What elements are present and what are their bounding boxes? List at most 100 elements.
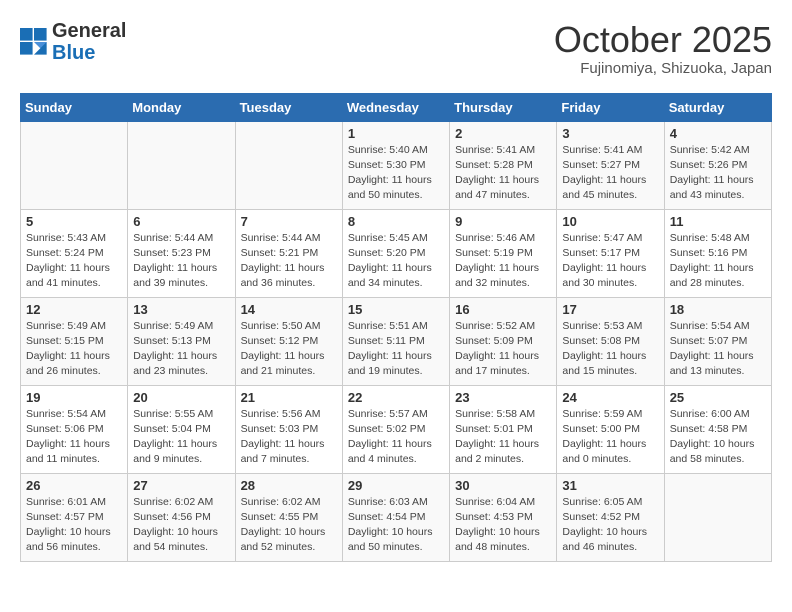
day-number: 29 — [348, 478, 444, 493]
calendar-day-6: 6 Sunrise: 5:44 AMSunset: 5:23 PMDaylight… — [128, 209, 235, 297]
day-info: Sunrise: 5:54 AMSunset: 5:07 PMDaylight:… — [670, 319, 766, 380]
calendar-day-10: 10 Sunrise: 5:47 AMSunset: 5:17 PMDayligh… — [557, 209, 664, 297]
calendar-week-row: 1 Sunrise: 5:40 AMSunset: 5:30 PMDaylight… — [21, 121, 772, 209]
day-info: Sunrise: 5:43 AMSunset: 5:24 PMDaylight:… — [26, 231, 122, 292]
day-info: Sunrise: 6:00 AMSunset: 4:58 PMDaylight:… — [670, 407, 766, 468]
day-number: 21 — [241, 390, 337, 405]
calendar-table: SundayMondayTuesdayWednesdayThursdayFrid… — [20, 93, 772, 562]
calendar-body: 1 Sunrise: 5:40 AMSunset: 5:30 PMDaylight… — [21, 121, 772, 561]
calendar-day-23: 23 Sunrise: 5:58 AMSunset: 5:01 PMDayligh… — [450, 385, 557, 473]
day-info: Sunrise: 6:02 AMSunset: 4:56 PMDaylight:… — [133, 495, 229, 556]
calendar-day-27: 27Sunrise: 6:02 AMSunset: 4:56 PMDayligh… — [128, 473, 235, 561]
day-number: 20 — [133, 390, 229, 405]
day-number: 16 — [455, 302, 551, 317]
day-number: 19 — [26, 390, 122, 405]
day-number: 30 — [455, 478, 551, 493]
day-info: Sunrise: 5:46 AMSunset: 5:19 PMDaylight:… — [455, 231, 551, 292]
weekday-header-saturday: Saturday — [664, 93, 771, 121]
day-info: Sunrise: 5:49 AMSunset: 5:15 PMDaylight:… — [26, 319, 122, 380]
day-number: 24 — [562, 390, 658, 405]
calendar-empty-cell — [128, 121, 235, 209]
calendar-day-25: 25 Sunrise: 6:00 AMSunset: 4:58 PMDayligh… — [664, 385, 771, 473]
day-number: 12 — [26, 302, 122, 317]
calendar-day-13: 13Sunrise: 5:49 AMSunset: 5:13 PMDayligh… — [128, 297, 235, 385]
calendar-day-28: 28Sunrise: 6:02 AMSunset: 4:55 PMDayligh… — [235, 473, 342, 561]
day-info: Sunrise: 5:53 AMSunset: 5:08 PMDaylight:… — [562, 319, 658, 380]
day-info: Sunrise: 5:56 AMSunset: 5:03 PMDaylight:… — [241, 407, 337, 468]
day-number: 22 — [348, 390, 444, 405]
calendar-day-11: 11 Sunrise: 5:48 AMSunset: 5:16 PMDayligh… — [664, 209, 771, 297]
weekday-header-thursday: Thursday — [450, 93, 557, 121]
day-number: 17 — [562, 302, 658, 317]
calendar-day-9: 9 Sunrise: 5:46 AMSunset: 5:19 PMDaylight… — [450, 209, 557, 297]
calendar-day-20: 20 Sunrise: 5:55 AMSunset: 5:04 PMDayligh… — [128, 385, 235, 473]
day-number: 3 — [562, 126, 658, 141]
day-number: 4 — [670, 126, 766, 141]
calendar-day-5: 5 Sunrise: 5:43 AMSunset: 5:24 PMDaylight… — [21, 209, 128, 297]
calendar-day-14: 14Sunrise: 5:50 AMSunset: 5:12 PMDayligh… — [235, 297, 342, 385]
day-info: Sunrise: 5:45 AMSunset: 5:20 PMDaylight:… — [348, 231, 444, 292]
calendar-week-row: 12 Sunrise: 5:49 AMSunset: 5:15 PMDayligh… — [21, 297, 772, 385]
calendar-day-4: 4Sunrise: 5:42 AMSunset: 5:26 PMDaylight… — [664, 121, 771, 209]
weekday-header-monday: Monday — [128, 93, 235, 121]
calendar-week-row: 26 Sunrise: 6:01 AMSunset: 4:57 PMDayligh… — [21, 473, 772, 561]
day-info: Sunrise: 5:44 AMSunset: 5:23 PMDaylight:… — [133, 231, 229, 292]
logo: GeneralBlue — [20, 20, 126, 64]
day-info: Sunrise: 5:51 AMSunset: 5:11 PMDaylight:… — [348, 319, 444, 380]
calendar-day-29: 29 Sunrise: 6:03 AMSunset: 4:54 PMDayligh… — [342, 473, 449, 561]
calendar-day-1: 1 Sunrise: 5:40 AMSunset: 5:30 PMDaylight… — [342, 121, 449, 209]
day-number: 10 — [562, 214, 658, 229]
day-number: 5 — [26, 214, 122, 229]
day-info: Sunrise: 5:59 AMSunset: 5:00 PMDaylight:… — [562, 407, 658, 468]
logo-icon — [20, 28, 48, 56]
day-number: 11 — [670, 214, 766, 229]
day-info: Sunrise: 6:05 AMSunset: 4:52 PMDaylight:… — [562, 495, 658, 556]
day-info: Sunrise: 5:57 AMSunset: 5:02 PMDaylight:… — [348, 407, 444, 468]
calendar-empty-cell — [664, 473, 771, 561]
calendar-week-row: 5 Sunrise: 5:43 AMSunset: 5:24 PMDaylight… — [21, 209, 772, 297]
day-info: Sunrise: 5:40 AMSunset: 5:30 PMDaylight:… — [348, 143, 444, 204]
calendar-day-24: 24 Sunrise: 5:59 AMSunset: 5:00 PMDayligh… — [557, 385, 664, 473]
day-info: Sunrise: 5:58 AMSunset: 5:01 PMDaylight:… — [455, 407, 551, 468]
day-info: Sunrise: 6:01 AMSunset: 4:57 PMDaylight:… — [26, 495, 122, 556]
calendar-day-3: 3Sunrise: 5:41 AMSunset: 5:27 PMDaylight… — [557, 121, 664, 209]
day-number: 8 — [348, 214, 444, 229]
calendar-day-15: 15Sunrise: 5:51 AMSunset: 5:11 PMDayligh… — [342, 297, 449, 385]
weekday-header-tuesday: Tuesday — [235, 93, 342, 121]
day-info: Sunrise: 5:47 AMSunset: 5:17 PMDaylight:… — [562, 231, 658, 292]
day-number: 18 — [670, 302, 766, 317]
calendar-day-18: 18 Sunrise: 5:54 AMSunset: 5:07 PMDayligh… — [664, 297, 771, 385]
day-number: 2 — [455, 126, 551, 141]
day-number: 23 — [455, 390, 551, 405]
day-info: Sunrise: 5:55 AMSunset: 5:04 PMDaylight:… — [133, 407, 229, 468]
day-number: 31 — [562, 478, 658, 493]
calendar-day-17: 17 Sunrise: 5:53 AMSunset: 5:08 PMDayligh… — [557, 297, 664, 385]
day-number: 7 — [241, 214, 337, 229]
calendar-day-8: 8 Sunrise: 5:45 AMSunset: 5:20 PMDaylight… — [342, 209, 449, 297]
day-info: Sunrise: 5:44 AMSunset: 5:21 PMDaylight:… — [241, 231, 337, 292]
day-number: 1 — [348, 126, 444, 141]
day-number: 6 — [133, 214, 229, 229]
calendar-day-12: 12 Sunrise: 5:49 AMSunset: 5:15 PMDayligh… — [21, 297, 128, 385]
calendar-day-22: 22 Sunrise: 5:57 AMSunset: 5:02 PMDayligh… — [342, 385, 449, 473]
day-info: Sunrise: 5:48 AMSunset: 5:16 PMDaylight:… — [670, 231, 766, 292]
calendar-day-21: 21 Sunrise: 5:56 AMSunset: 5:03 PMDayligh… — [235, 385, 342, 473]
calendar-header: SundayMondayTuesdayWednesdayThursdayFrid… — [21, 93, 772, 121]
calendar-day-19: 19Sunrise: 5:54 AMSunset: 5:06 PMDayligh… — [21, 385, 128, 473]
calendar-day-31: 31 Sunrise: 6:05 AMSunset: 4:52 PMDayligh… — [557, 473, 664, 561]
location-subtitle: Fujinomiya, Shizuoka, Japan — [554, 60, 772, 77]
day-number: 9 — [455, 214, 551, 229]
day-number: 28 — [241, 478, 337, 493]
day-info: Sunrise: 5:41 AMSunset: 5:28 PMDaylight:… — [455, 143, 551, 204]
calendar-day-30: 30 Sunrise: 6:04 AMSunset: 4:53 PMDayligh… — [450, 473, 557, 561]
calendar-empty-cell — [235, 121, 342, 209]
day-info: Sunrise: 5:49 AMSunset: 5:13 PMDaylight:… — [133, 319, 229, 380]
calendar-empty-cell — [21, 121, 128, 209]
calendar-day-7: 7 Sunrise: 5:44 AMSunset: 5:21 PMDaylight… — [235, 209, 342, 297]
day-info: Sunrise: 6:03 AMSunset: 4:54 PMDaylight:… — [348, 495, 444, 556]
weekday-header-wednesday: Wednesday — [342, 93, 449, 121]
day-number: 26 — [26, 478, 122, 493]
day-info: Sunrise: 6:04 AMSunset: 4:53 PMDaylight:… — [455, 495, 551, 556]
day-info: Sunrise: 5:52 AMSunset: 5:09 PMDaylight:… — [455, 319, 551, 380]
day-number: 25 — [670, 390, 766, 405]
